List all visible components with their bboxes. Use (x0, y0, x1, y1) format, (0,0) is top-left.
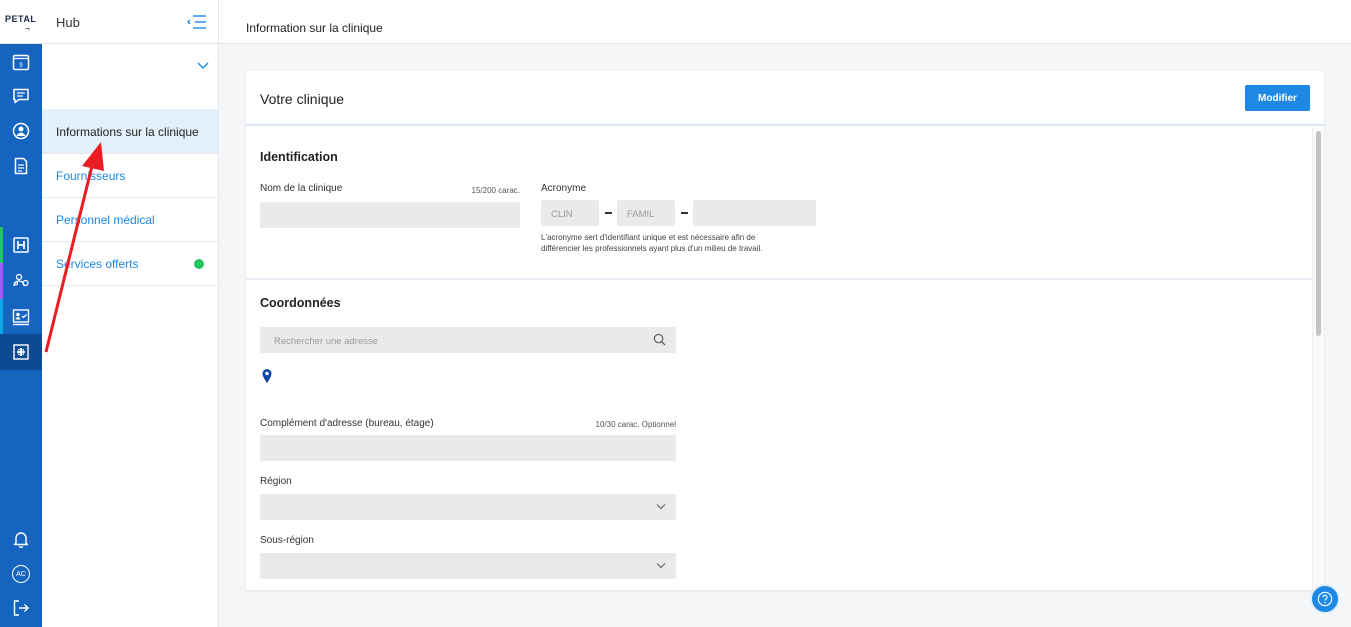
rail-messages[interactable] (0, 78, 42, 114)
bell-icon (13, 532, 29, 549)
logout-icon (13, 600, 29, 616)
page-title: Information sur la clinique (246, 21, 383, 35)
rail-hospital[interactable] (0, 227, 42, 263)
acronym-dash-2 (681, 212, 688, 214)
acronym-hint-1: L'acronyme sert d'identifiant unique et … (541, 233, 756, 242)
help-button[interactable] (1310, 584, 1340, 614)
rail-profile[interactable] (0, 113, 42, 149)
secondary-sidebar: Informations sur la clinique Fournisseur… (42, 44, 219, 627)
address-complement-label: Complément d'adresse (bureau, étage) (260, 418, 434, 429)
subregion-label: Sous-région (260, 535, 314, 546)
address-search-input[interactable]: Rechercher une adresse (260, 327, 676, 353)
rail-clinic[interactable] (0, 334, 42, 370)
chevron-down-icon (656, 504, 666, 510)
card-title: Votre clinique (260, 91, 345, 107)
acronym-part3-input[interactable] (693, 200, 816, 226)
coordinates-title: Coordonnées (260, 296, 341, 310)
address-search-placeholder: Rechercher une adresse (274, 336, 379, 347)
section-divider (246, 278, 1312, 280)
sidebar-item-suppliers[interactable]: Fournisseurs (42, 154, 218, 198)
top-bar: Information sur la clinique (219, 0, 1351, 44)
help-icon (1317, 591, 1333, 607)
clinic-name-counter: 15/200 carac. (471, 186, 520, 195)
identification-title: Identification (260, 150, 338, 164)
acronym-label: Acronyme (541, 183, 587, 194)
card-body[interactable]: Identification Nom de la clinique 15/200… (246, 128, 1312, 590)
sidebar-item-label: Personnel médical (56, 212, 155, 227)
rail-patient-board[interactable] (0, 299, 42, 335)
logo[interactable]: PETAL (5, 14, 36, 24)
chat-icon (13, 88, 29, 104)
acronym-part1-value: CLIN (551, 209, 573, 220)
acronym-dash-1 (605, 212, 612, 214)
rail-logout[interactable] (0, 590, 42, 626)
status-dot (194, 258, 204, 269)
acronym-hint-2: différencier les professionnels ayant pl… (541, 244, 763, 253)
clinic-card: Votre clinique Modifier Identification N… (246, 71, 1324, 590)
sidebar-item-label: Services offerts (56, 256, 139, 271)
brand-header: PETAL ¬ Hub (0, 0, 219, 44)
calendar-icon: 9 (12, 54, 30, 71)
sidebar-item-clinic-info[interactable]: Informations sur la clinique (42, 110, 218, 154)
app-title: Hub (56, 15, 80, 30)
card-scrollbar[interactable] (1312, 128, 1324, 590)
rail-documents[interactable] (0, 148, 42, 184)
logo-mark: ¬ (25, 24, 30, 33)
calendar-day: 9 (19, 63, 23, 69)
rail-team[interactable] (0, 263, 42, 299)
region-select[interactable] (260, 494, 676, 520)
chevron-down-icon (656, 563, 666, 569)
clinic-selector[interactable] (42, 44, 218, 110)
avatar: AC (12, 565, 30, 583)
sidebar-item-label: Informations sur la clinique (56, 124, 199, 139)
region-label: Région (260, 476, 292, 487)
address-complement-counter: 10/30 carac. Optionnel (595, 420, 677, 429)
hospital-icon (13, 237, 29, 253)
clinic-name-input[interactable] (260, 202, 520, 228)
card-header: Votre clinique Modifier (246, 71, 1324, 126)
address-complement-input[interactable] (260, 435, 676, 461)
collapse-sidebar-icon[interactable] (186, 13, 208, 31)
patient-board-icon (12, 309, 30, 326)
rail-notifications[interactable] (0, 521, 42, 557)
scrollbar-thumb[interactable] (1316, 131, 1321, 336)
sidebar-item-medical-staff[interactable]: Personnel médical (42, 198, 218, 242)
team-icon (13, 273, 29, 287)
acronym-part2-input[interactable]: FAMIL (617, 200, 675, 226)
acronym-part2-value: FAMIL (627, 209, 655, 220)
acronym-part1-input[interactable]: CLIN (541, 200, 599, 226)
subregion-select[interactable] (260, 553, 676, 579)
rail-calendar[interactable]: 9 (0, 44, 42, 80)
chevron-down-icon (197, 62, 209, 69)
user-circle-icon (12, 122, 30, 140)
clinic-name-label: Nom de la clinique (260, 183, 343, 194)
avatar-initials: AC (16, 570, 26, 578)
map-pin-icon (262, 369, 272, 383)
clinic-icon (13, 344, 29, 360)
icon-rail: 9 AC (0, 44, 42, 627)
edit-button[interactable]: Modifier (1245, 85, 1310, 111)
document-icon (14, 157, 28, 175)
sidebar-item-services[interactable]: Services offerts (42, 242, 218, 286)
search-icon (653, 333, 666, 346)
rail-account[interactable]: AC (0, 556, 42, 592)
sidebar-item-label: Fournisseurs (56, 168, 126, 183)
